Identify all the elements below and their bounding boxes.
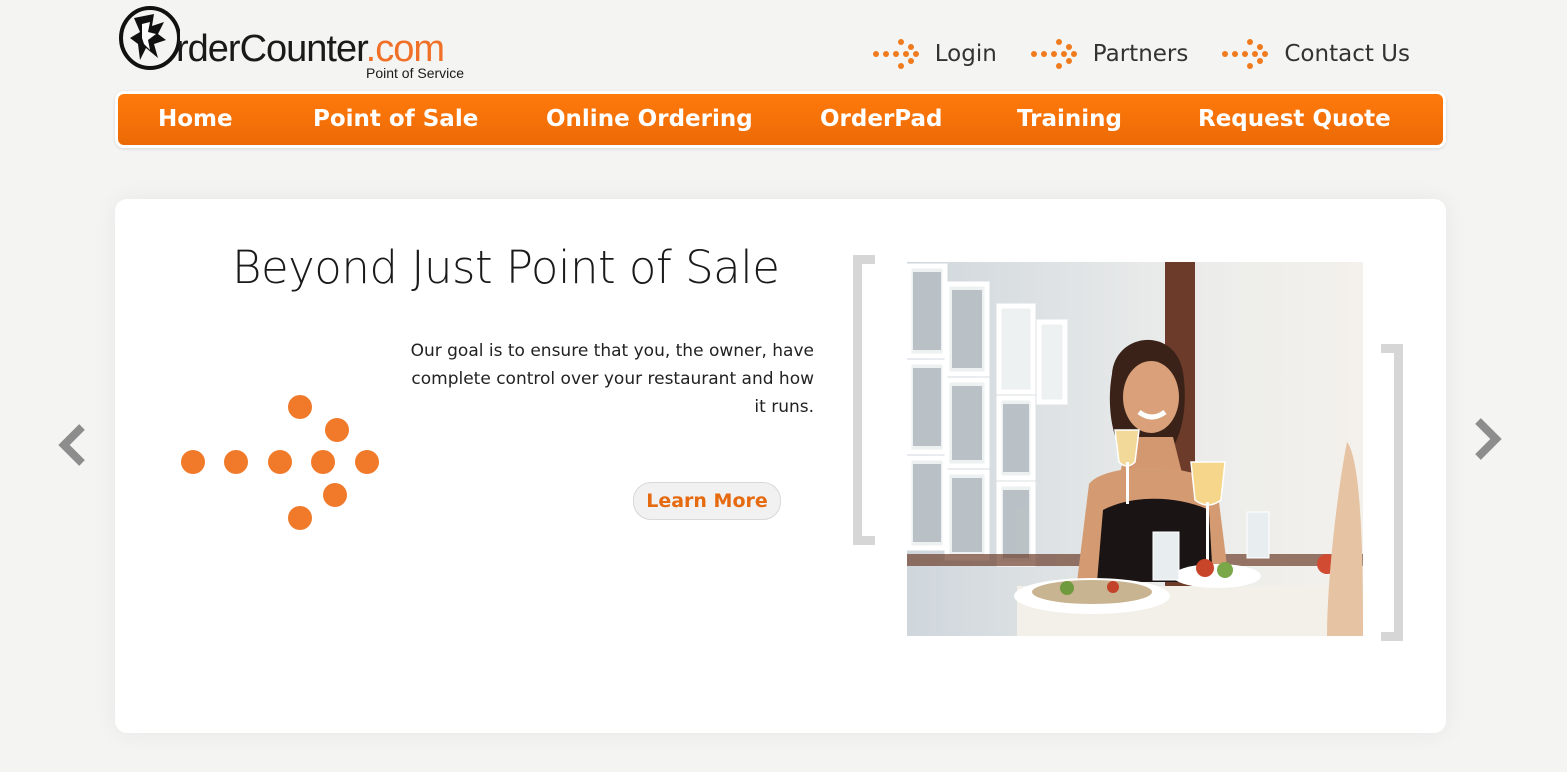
top-links: Login Partners Contact Us — [871, 34, 1410, 74]
toplink-label: Partners — [1092, 41, 1189, 67]
nav-online-ordering[interactable]: Online Ordering — [546, 106, 753, 132]
toplink-login[interactable]: Login — [871, 34, 997, 74]
nav-request-quote[interactable]: Request Quote — [1198, 106, 1391, 132]
toplink-contact-us[interactable]: Contact Us — [1220, 34, 1410, 74]
dot-arrow-icon — [1222, 39, 1269, 69]
logo[interactable]: rderCounter.com Point of Service — [118, 4, 498, 84]
dot-arrow-icon — [872, 39, 919, 69]
main-nav: Home Point of Sale Online Ordering Order… — [115, 91, 1446, 148]
bracket-left-decoration — [853, 255, 875, 545]
dot-arrow-icon — [181, 395, 379, 530]
chevron-left-icon[interactable] — [54, 424, 90, 466]
toplink-partners[interactable]: Partners — [1029, 34, 1189, 74]
slide-description: Our goal is to ensure that you, the owne… — [410, 341, 814, 417]
woman-dining-photo — [907, 262, 1363, 636]
toplink-label: Contact Us — [1284, 41, 1410, 67]
hero-slide: Beyond Just Point of Sale Our goal is to… — [115, 199, 1446, 733]
nav-orderpad[interactable]: OrderPad — [820, 106, 943, 132]
toplink-label: Login — [934, 41, 997, 67]
nav-training[interactable]: Training — [1017, 106, 1122, 132]
nav-home[interactable]: Home — [158, 106, 233, 132]
logo-tagline: Point of Service — [366, 65, 465, 81]
chevron-right-icon[interactable] — [1470, 418, 1506, 460]
learn-more-button[interactable]: Learn More — [633, 482, 781, 520]
dot-arrow-icon — [1030, 39, 1077, 69]
logo-wordmark: rderCounter.com — [176, 28, 445, 70]
bracket-right-decoration — [1381, 344, 1403, 641]
nav-point-of-sale[interactable]: Point of Sale — [313, 106, 478, 132]
logo-mark-icon — [119, 6, 181, 70]
